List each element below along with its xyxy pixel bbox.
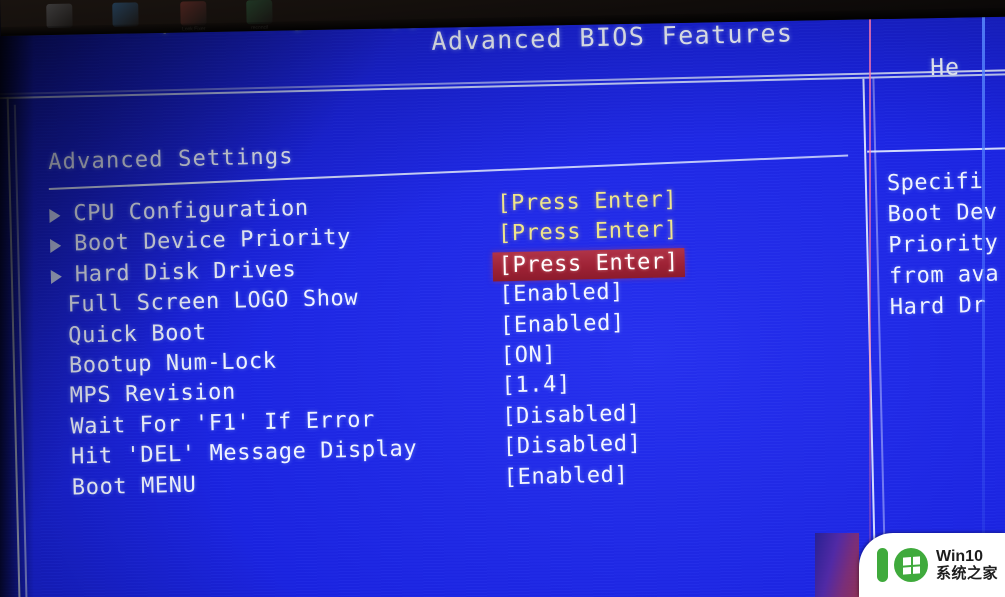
setting-label: CPU Configuration [73, 195, 310, 227]
setting-label: MPS Revision [69, 380, 237, 409]
icon-glyph [246, 0, 273, 25]
setting-value[interactable]: [Disabled] [502, 401, 641, 429]
submenu-arrow-icon [49, 208, 61, 223]
logo-bar-icon [877, 548, 888, 582]
recycle-bin-icon[interactable]: reconcil [246, 0, 273, 31]
setting-value[interactable]: [Enabled] [503, 462, 628, 490]
setting-value[interactable]: [ON] [501, 342, 557, 368]
setting-value[interactable]: [Press Enter] [497, 187, 678, 216]
submenu-arrow-icon [49, 239, 62, 254]
submenu-arrow-icon [50, 269, 63, 284]
my-computer-icon[interactable] [46, 3, 73, 29]
folder-icon[interactable] [112, 2, 139, 27]
setting-value[interactable]: [Enabled] [500, 310, 625, 338]
settings-panel: Advanced Settings CPU Configuration [Pres… [0, 0, 1005, 597]
section-title: Advanced Settings [47, 144, 294, 175]
setting-label: Quick Boot [67, 319, 207, 349]
bios-photo-screenshot: CMOS Setup Utility - Copyright (C) 1985-… [0, 0, 1005, 597]
setting-value[interactable]: [1.4] [501, 372, 571, 399]
watermark-color-strip [815, 533, 859, 597]
watermark-title: Win10 [936, 547, 983, 565]
icon-glyph [112, 2, 139, 27]
setting-label: Boot Device Priority [73, 225, 352, 257]
watermark-logo: Win10 系统之家 [859, 533, 1005, 597]
windows-icon [902, 555, 920, 575]
setting-value[interactable]: [Disabled] [503, 431, 642, 459]
watermark-subtitle: 系统之家 [936, 564, 999, 582]
logo-circle-icon [894, 548, 928, 582]
setting-label: Hard Disk Drives [74, 256, 297, 288]
setting-value-selected[interactable]: [Press Enter] [492, 247, 686, 282]
control-panel-icon[interactable]: Look Fixer [180, 1, 207, 33]
icon-glyph [180, 1, 207, 26]
setting-value[interactable]: [Press Enter] [498, 218, 679, 247]
setting-value[interactable]: [Enabled] [499, 280, 624, 308]
icon-glyph [46, 3, 73, 29]
setting-label: Bootup Num-Lock [68, 348, 277, 379]
crt-screen: CMOS Setup Utility - Copyright (C) 1985-… [0, 0, 1005, 597]
setting-label: Boot MENU [71, 472, 197, 501]
setting-label: Full Screen LOGO Show [67, 285, 359, 318]
